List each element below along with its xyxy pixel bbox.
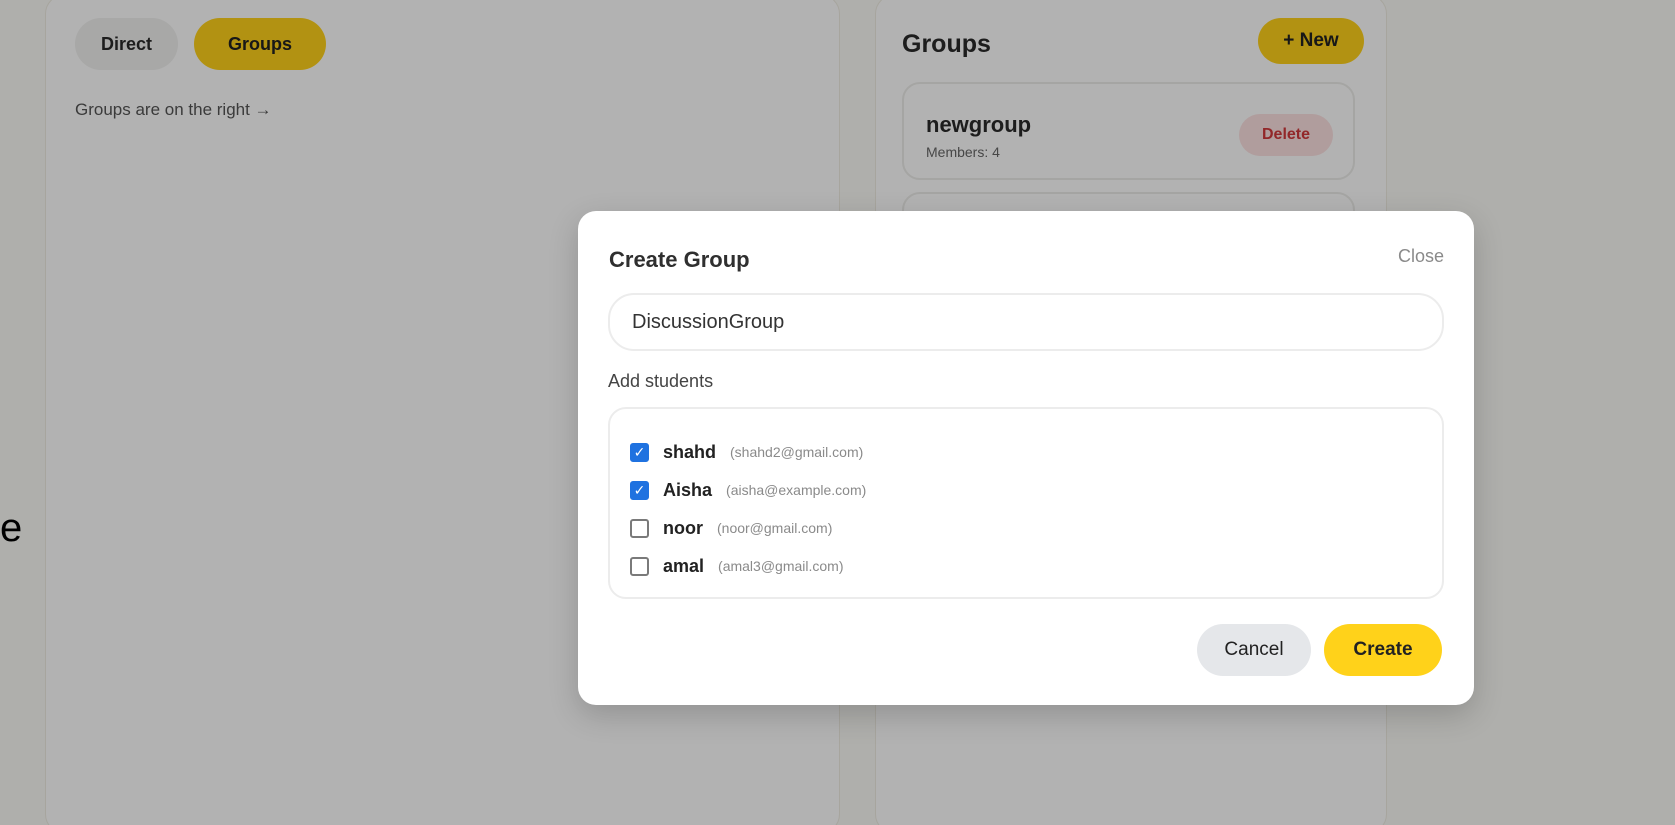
create-group-modal: Create Group Close Add students ✓ shahd … [578, 211, 1474, 705]
student-name: shahd [663, 441, 717, 462]
student-name: amal [663, 555, 705, 576]
checkbox-checked-icon[interactable]: ✓ [630, 480, 649, 500]
student-email: (shahd2@gmail.com) [730, 444, 864, 460]
student-name: Aisha [663, 479, 713, 500]
student-option[interactable]: noor (noor@gmail.com) [630, 509, 1422, 547]
checkbox-unchecked-icon[interactable] [630, 556, 649, 576]
student-name: noor [663, 517, 703, 538]
student-option[interactable]: ✓ shahd (shahd2@gmail.com) [630, 433, 1422, 471]
cancel-button[interactable]: Cancel [1197, 624, 1311, 676]
students-list: ✓ shahd (shahd2@gmail.com) ✓ Aisha (aish… [608, 407, 1444, 599]
student-option[interactable]: ✓ Aisha (aisha@example.com) [630, 471, 1422, 509]
checkbox-unchecked-icon[interactable] [630, 518, 649, 538]
student-email: (aisha@example.com) [726, 482, 867, 498]
create-button[interactable]: Create [1324, 624, 1442, 676]
student-email: (noor@gmail.com) [717, 520, 833, 536]
student-email: (amal3@gmail.com) [718, 558, 844, 574]
close-button[interactable]: Close [1398, 246, 1444, 267]
group-name-input[interactable] [608, 293, 1444, 351]
student-option[interactable]: amal (amal3@gmail.com) [630, 547, 1422, 585]
checkbox-checked-icon[interactable]: ✓ [630, 442, 649, 462]
modal-title: Create Group [609, 247, 750, 272]
add-students-label: Add students [608, 371, 714, 391]
